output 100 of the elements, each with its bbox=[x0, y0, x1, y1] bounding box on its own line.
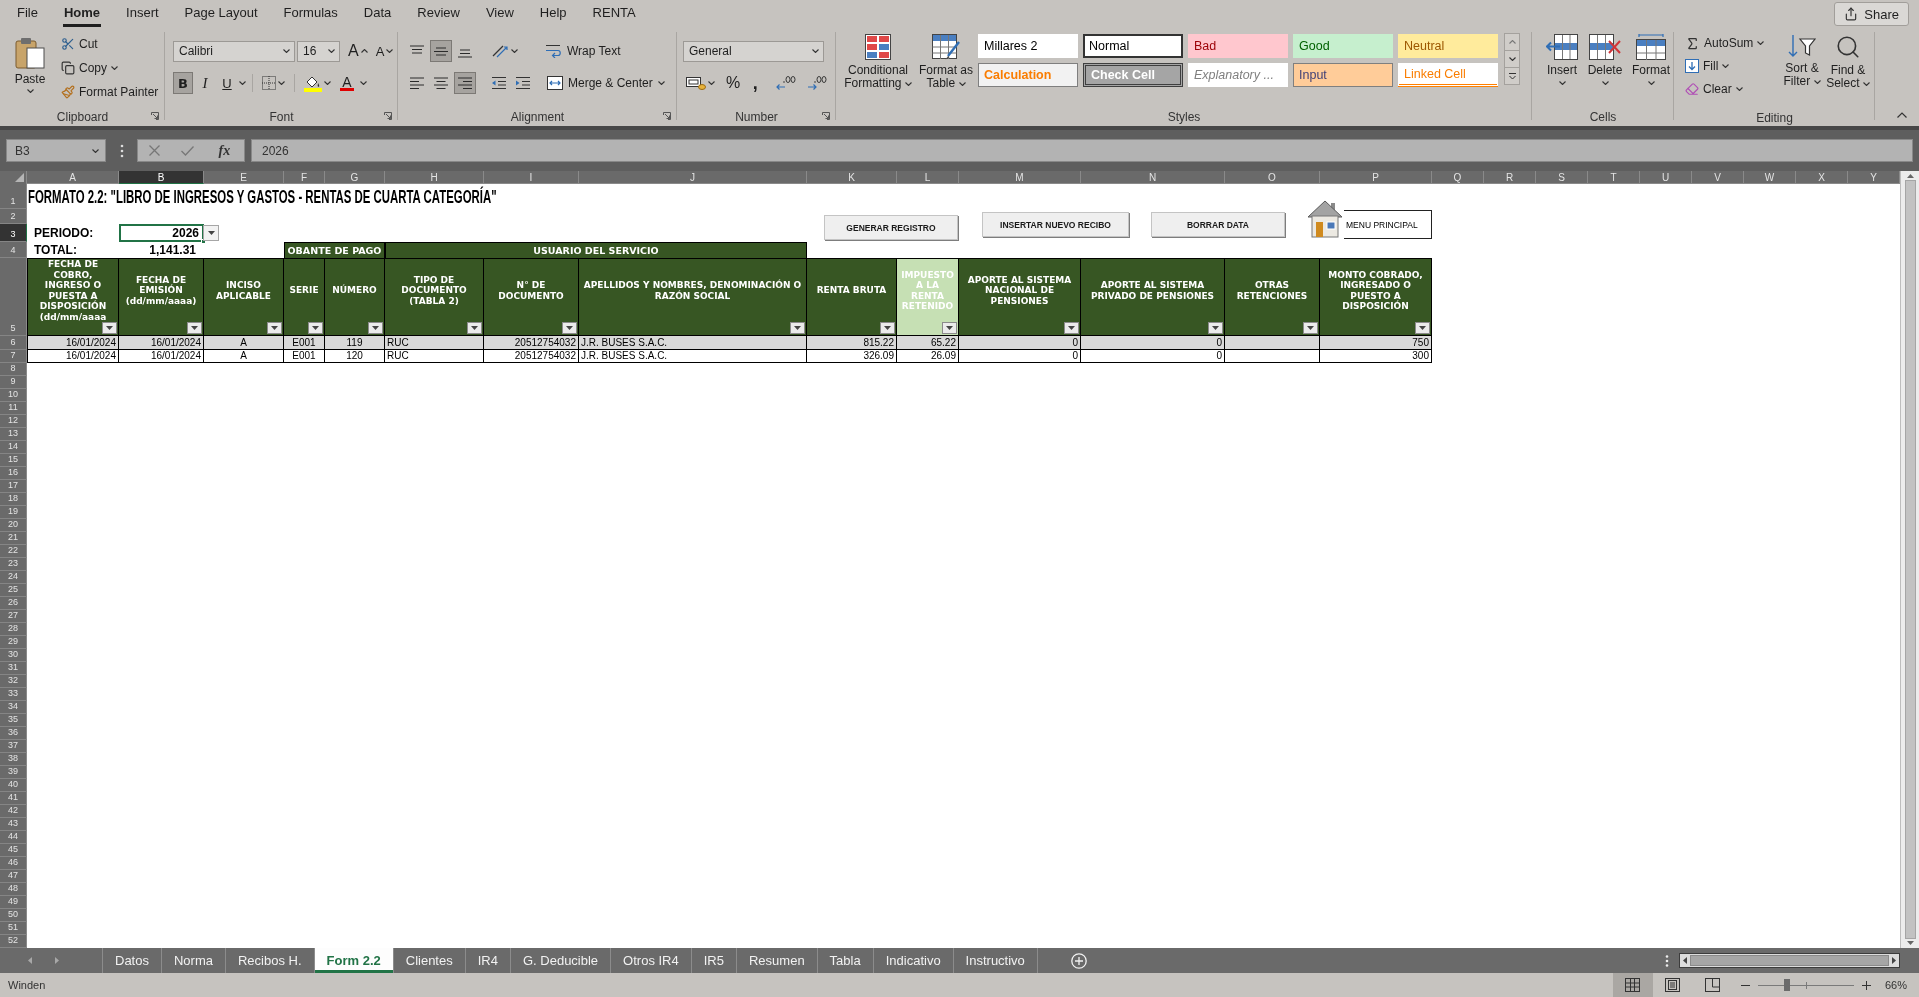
row-header[interactable]: 21 bbox=[0, 532, 27, 545]
zoom-in-button[interactable] bbox=[1859, 980, 1873, 990]
menu-tab[interactable]: View bbox=[472, 0, 527, 28]
scroll-right-icon[interactable] bbox=[1892, 957, 1896, 964]
cell-style-item[interactable]: Calculation bbox=[978, 63, 1078, 87]
column-header[interactable]: U bbox=[1640, 171, 1692, 184]
dialog-launcher-icon[interactable] bbox=[151, 112, 159, 120]
row-header[interactable]: 50 bbox=[0, 909, 27, 922]
column-header[interactable]: P bbox=[1320, 171, 1432, 184]
vertical-scrollbar[interactable] bbox=[1900, 171, 1919, 948]
insert-cells-button[interactable]: Insert bbox=[1542, 28, 1582, 104]
row-header[interactable]: 40 bbox=[0, 779, 27, 792]
column-header[interactable]: I bbox=[484, 171, 579, 184]
filter-button[interactable] bbox=[102, 322, 117, 334]
row-header[interactable]: 23 bbox=[0, 558, 27, 571]
cell-style-item[interactable]: Neutral bbox=[1398, 34, 1498, 58]
scrollbar-thumb[interactable] bbox=[1690, 955, 1889, 966]
dialog-launcher-icon[interactable] bbox=[384, 112, 392, 120]
cell-style-item[interactable]: Millares 2 bbox=[978, 34, 1078, 58]
formula-input[interactable]: 2026 bbox=[251, 139, 1913, 162]
autosum-button[interactable]: AutoSum bbox=[1682, 32, 1780, 54]
column-header[interactable]: E bbox=[204, 171, 284, 184]
row-header[interactable]: 36 bbox=[0, 727, 27, 740]
cell-style-item[interactable]: Normal bbox=[1083, 34, 1183, 58]
row-header[interactable]: 34 bbox=[0, 701, 27, 714]
insert-function-button[interactable]: fx bbox=[215, 142, 234, 159]
menu-tab[interactable]: Data bbox=[350, 0, 405, 28]
copy-button[interactable]: Copy bbox=[58, 57, 162, 79]
zoom-slider-thumb[interactable] bbox=[1783, 979, 1790, 991]
row-header[interactable]: 44 bbox=[0, 831, 27, 844]
row-header[interactable]: 20 bbox=[0, 519, 27, 532]
column-header[interactable]: J bbox=[579, 171, 807, 184]
filter-button[interactable] bbox=[942, 322, 957, 334]
column-header[interactable]: X bbox=[1796, 171, 1848, 184]
period-value[interactable]: 2026 bbox=[119, 224, 204, 242]
row-header[interactable]: 32 bbox=[0, 675, 27, 688]
filter-button[interactable] bbox=[267, 322, 282, 334]
row-header[interactable]: 27 bbox=[0, 610, 27, 623]
row-header[interactable]: 29 bbox=[0, 636, 27, 649]
filter-button[interactable] bbox=[790, 322, 805, 334]
conditional-formatting-button[interactable]: Conditional Formatting bbox=[842, 28, 914, 104]
column-header[interactable]: A bbox=[27, 171, 119, 184]
row-header[interactable]: 5 bbox=[0, 258, 27, 336]
paste-button[interactable]: Paste bbox=[8, 33, 52, 107]
filter-button[interactable] bbox=[1303, 322, 1318, 334]
column-header[interactable]: M bbox=[959, 171, 1081, 184]
filter-button[interactable] bbox=[467, 322, 482, 334]
select-all-icon[interactable] bbox=[15, 173, 24, 182]
column-header[interactable]: V bbox=[1692, 171, 1744, 184]
row-header[interactable]: 43 bbox=[0, 818, 27, 831]
format-painter-button[interactable]: Format Painter bbox=[58, 81, 162, 103]
cut-button[interactable]: Cut bbox=[58, 33, 162, 55]
column-header[interactable]: N bbox=[1081, 171, 1225, 184]
view-button[interactable] bbox=[1612, 973, 1653, 997]
row-header[interactable]: 14 bbox=[0, 441, 27, 454]
row-header[interactable]: 2 bbox=[0, 209, 27, 224]
row-header[interactable]: 38 bbox=[0, 753, 27, 766]
column-header[interactable]: S bbox=[1536, 171, 1588, 184]
cell-style-item[interactable]: Linked Cell bbox=[1398, 63, 1498, 87]
cell-style-item[interactable]: Input bbox=[1293, 63, 1393, 87]
column-header[interactable]: W bbox=[1744, 171, 1796, 184]
sort-filter-button[interactable]: Sort & Filter bbox=[1780, 32, 1824, 108]
percent-button[interactable]: % bbox=[723, 72, 744, 94]
format-cells-button[interactable]: Format bbox=[1628, 28, 1674, 104]
row-header[interactable]: 6 bbox=[0, 336, 27, 350]
menu-tab[interactable]: Review bbox=[404, 0, 473, 28]
row-header[interactable]: 13 bbox=[0, 428, 27, 441]
row-header[interactable]: 26 bbox=[0, 597, 27, 610]
vertical-align-button[interactable] bbox=[430, 40, 452, 62]
collapse-ribbon-icon[interactable] bbox=[1897, 112, 1907, 118]
row-header[interactable]: 49 bbox=[0, 896, 27, 909]
row-header[interactable]: 19 bbox=[0, 506, 27, 519]
cell-style-item[interactable]: Explanatory ... bbox=[1188, 63, 1288, 87]
row-header[interactable]: 47 bbox=[0, 870, 27, 883]
menu-tab[interactable]: Home bbox=[50, 0, 114, 28]
delete-cells-button[interactable]: Delete bbox=[1584, 28, 1626, 104]
column-header[interactable]: T bbox=[1588, 171, 1640, 184]
row-header[interactable]: 24 bbox=[0, 571, 27, 584]
row-header[interactable]: 45 bbox=[0, 844, 27, 857]
row-header[interactable]: 25 bbox=[0, 584, 27, 597]
name-box[interactable]: B3 bbox=[6, 139, 106, 162]
merge-center-button[interactable]: Merge & Center bbox=[544, 72, 668, 94]
dialog-launcher-icon[interactable] bbox=[663, 112, 671, 120]
row-header[interactable]: 41 bbox=[0, 792, 27, 805]
row-header[interactable]: 10 bbox=[0, 389, 27, 402]
dialog-launcher-icon[interactable] bbox=[822, 112, 830, 120]
row-header[interactable]: 11 bbox=[0, 402, 27, 415]
fill-button[interactable]: Fill bbox=[1682, 55, 1780, 77]
grow-font-button[interactable]: A bbox=[345, 40, 371, 62]
column-header[interactable]: F bbox=[284, 171, 325, 184]
filter-button[interactable] bbox=[1415, 322, 1430, 334]
row-header[interactable]: 51 bbox=[0, 922, 27, 935]
column-header[interactable]: O bbox=[1225, 171, 1320, 184]
row-header[interactable]: 39 bbox=[0, 766, 27, 779]
row-header[interactable]: 8 bbox=[0, 363, 27, 376]
horizontal-align-button[interactable] bbox=[454, 72, 476, 94]
column-header[interactable]: R bbox=[1484, 171, 1536, 184]
row-header[interactable]: 52 bbox=[0, 935, 27, 948]
macro-button[interactable]: GENERAR REGISTRO bbox=[824, 215, 958, 240]
column-header[interactable]: K bbox=[807, 171, 897, 184]
